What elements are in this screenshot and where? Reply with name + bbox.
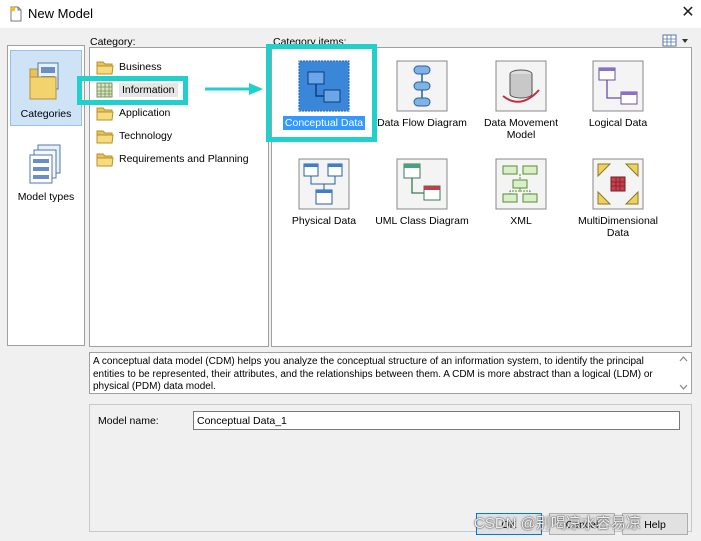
model-name-input[interactable]: [193, 411, 680, 430]
category-item-label: Application: [119, 107, 171, 119]
close-button[interactable]: ✕: [676, 2, 700, 24]
tile-label: Physical Data: [291, 215, 357, 227]
folder-icon: [96, 153, 114, 167]
category-item-label: Requirements and Planning: [119, 153, 249, 165]
category-item-application[interactable]: Application: [96, 103, 170, 123]
highlight-box-conceptual-data: [266, 44, 377, 142]
tile-physical-data[interactable]: Physical Data: [274, 158, 374, 228]
new-document-icon: [10, 6, 22, 22]
scroll-down-icon[interactable]: [679, 384, 688, 390]
folder-icon: [96, 130, 114, 144]
nav-item-categories[interactable]: Categories: [10, 50, 82, 126]
tile-logical-data[interactable]: Logical Data: [568, 60, 668, 130]
uml-class-diagram-icon: [396, 158, 448, 210]
arrow-icon: [205, 83, 263, 95]
tile-data-flow-diagram[interactable]: Data Flow Diagram: [372, 60, 472, 130]
physical-data-icon: [298, 158, 350, 210]
tile-label: MultiDimensional Data: [578, 215, 658, 239]
nav-item-model-types[interactable]: Model types: [10, 138, 82, 208]
folder-icon: [96, 107, 114, 121]
tile-xml[interactable]: XML: [471, 158, 571, 228]
description-scrollbar[interactable]: [676, 353, 691, 393]
tile-label: Logical Data: [588, 117, 648, 129]
tile-label: Data Flow Diagram: [377, 117, 467, 129]
category-item-requirements-and-planning[interactable]: Requirements and Planning: [96, 149, 249, 169]
data-flow-diagram-icon: [396, 60, 448, 112]
nav-item-label: Model types: [17, 191, 75, 203]
logical-data-icon: [592, 60, 644, 112]
folder-icon: [96, 61, 114, 75]
watermark: CSDN @别喝凉水容易凉: [474, 515, 641, 532]
nav-pane: Categories Model types: [7, 45, 85, 346]
tile-multidimensional-data[interactable]: MultiDimensional Data: [568, 158, 668, 240]
tile-data-movement-model[interactable]: Data Movement Model: [471, 60, 571, 142]
xml-icon: [495, 158, 547, 210]
category-item-business[interactable]: Business: [96, 57, 162, 77]
tile-label: UML Class Diagram: [375, 215, 469, 227]
tile-uml-class-diagram[interactable]: UML Class Diagram: [372, 158, 472, 228]
category-item-label: Business: [119, 61, 162, 73]
multidimensional-data-icon: [592, 158, 644, 210]
highlight-box-information: [77, 76, 188, 105]
window-title: New Model: [28, 6, 94, 21]
category-item-label: Technology: [119, 130, 173, 142]
title-bar: New Model ✕: [0, 0, 701, 28]
description-box: A conceptual data model (CDM) helps you …: [89, 352, 692, 394]
model-types-icon: [29, 144, 61, 184]
tile-label: XML: [510, 215, 532, 227]
category-item-technology[interactable]: Technology: [96, 126, 172, 146]
categories-icon: [29, 62, 59, 100]
scroll-up-icon[interactable]: [679, 356, 688, 362]
model-name-label: Model name:: [98, 415, 159, 427]
data-movement-model-icon: [495, 60, 547, 112]
tile-label: Data Movement Model: [483, 117, 559, 141]
nav-item-label: Categories: [20, 108, 72, 120]
